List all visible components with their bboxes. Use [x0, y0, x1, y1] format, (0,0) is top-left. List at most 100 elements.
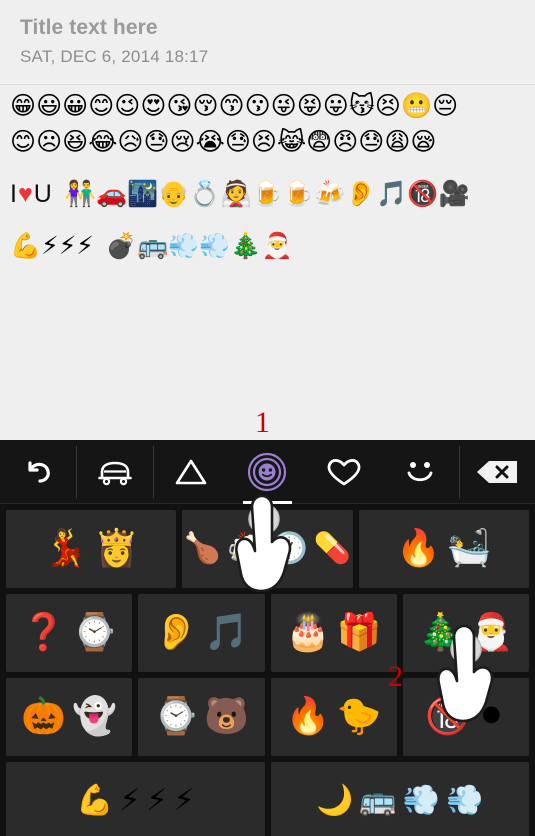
emoji-keyboard-panel[interactable]: 💃 👸 🍗 🍻 🕐 💊 🔥 🛀 ❓ ⌚ 👂 🎵 🎂 🎁 🎄 🎅 🎃 👻 ⌚ 🐻 🔥 🐤 🔞 ⚫ 💪 ⚡ ⚡ ⚡ 🌙 🚌 💨 💨: [0, 440, 535, 836]
note-emoji-4: 🎄: [230, 231, 262, 260]
note-emoji-5: 😍: [140, 91, 167, 120]
card-moon-bus-dash-glyph-2: 💨: [402, 783, 441, 818]
note-emoji-2: 🌃: [127, 179, 159, 208]
note-emoji-6: 😢: [169, 127, 196, 156]
heart-glyph: ♥: [17, 180, 34, 208]
note-emoji-7: 😚: [192, 91, 219, 120]
card-ear-music[interactable]: 👂 🎵: [138, 594, 265, 672]
toolbar-button-emoticons[interactable]: [229, 440, 305, 504]
emoji-card-row: 💃 👸 🍗 🍻 🕐 💊 🔥 🛀: [6, 510, 529, 588]
note-emoji-9: 👂: [345, 179, 377, 208]
note-emoji-8: 🍻: [313, 179, 346, 208]
card-ear-music-glyph-0: 👂: [153, 612, 199, 653]
heart-icon: [324, 455, 364, 489]
emoji-face-icon: [246, 451, 288, 493]
toolbar-button-backspace[interactable]: [458, 440, 535, 504]
card-chicken-beers-clock-pill-glyph-0: 🍗: [183, 531, 222, 566]
note-emoji-2: 😆: [62, 127, 89, 156]
note-emoji-2: 💨: [168, 231, 200, 260]
card-tree-santa[interactable]: 🎄 🎅: [402, 594, 529, 672]
card-muscle-bolts[interactable]: 💪 ⚡ ⚡ ⚡: [6, 762, 265, 836]
card-question-watch[interactable]: ❓ ⌚: [6, 594, 133, 672]
card-watch-bear[interactable]: ⌚ 🐻: [138, 678, 265, 756]
note-body[interactable]: 😁 😃 😀 😊 😉 😍 😘 😚 😙 😗 😜 😝 😛 😽 😣 😬 😔 😊 ☹ 😆 😂 😥 😓 😢 😭 😓 😣 😹 😨 😠 😓 😩 😪 I♥U 👫…: [0, 85, 535, 261]
note-emoji-9: 😗: [244, 91, 271, 120]
note-emoji-10: 😹: [276, 127, 307, 156]
card-pumpkin-ghost[interactable]: 🎃 👻: [6, 678, 133, 756]
note-emoji-14: 😩: [384, 127, 411, 156]
card-fire-bath[interactable]: 🔥 🛀: [358, 510, 529, 588]
card-dancer-princess-glyph-0: 💃: [43, 528, 89, 569]
card-ear-music-glyph-1: 🎵: [204, 612, 250, 653]
emoji-card-grid[interactable]: 💃 👸 🍗 🍻 🕐 💊 🔥 🛀 ❓ ⌚ 👂 🎵 🎂 🎁 🎄 🎅 🎃 👻 ⌚ 🐻 🔥 🐤 🔞 ⚫ 💪 ⚡ ⚡ ⚡ 🌙 🚌 💨 💨: [0, 504, 535, 836]
note-emoji-0: 💪: [10, 231, 42, 260]
note-emoji-3: ⚡: [76, 231, 94, 260]
note-emoji-10: 🎵: [376, 179, 408, 208]
emoji-card-row: ❓ ⌚ 👂 🎵 🎂 🎁 🎄 🎅: [6, 594, 529, 672]
note-emoji-6: 🍺: [251, 179, 283, 208]
note-area: Title text here SAT, DEC 6, 2014 18:17 😁…: [0, 0, 535, 440]
note-emoji-2: 😀: [62, 91, 89, 120]
card-chicken-beers-clock-pill[interactable]: 🍗 🍻 🕐 💊: [182, 510, 353, 588]
card-watch-bear-glyph-1: 🐻: [204, 696, 250, 737]
note-timestamp: SAT, DEC 6, 2014 18:17: [20, 47, 209, 66]
card-pumpkin-ghost-glyph-1: 👻: [72, 696, 117, 737]
card-fire-chick-glyph-0: 🔥: [285, 696, 331, 737]
note-emoji-8: 😙: [218, 91, 245, 120]
toolbar-button-favorites[interactable]: [306, 440, 382, 504]
card-eighteen-dot-glyph-1: ⚫: [476, 696, 507, 737]
note-header: Title text here SAT, DEC 6, 2014 18:17: [0, 0, 535, 80]
note-emoji-13: 😓: [358, 127, 385, 156]
smiley-icon: [400, 455, 440, 489]
card-muscle-bolts-glyph-3: ⚡: [173, 783, 195, 818]
note-emoji-3: 😂: [88, 127, 118, 156]
emoji-line-smiley-1: 😁 😃 😀 😊 😉 😍 😘 😚 😙 😗 😜 😝 😛 😽 😣 😬 😔: [10, 91, 525, 121]
keyboard-toolbar[interactable]: [0, 440, 535, 504]
card-chicken-beers-clock-pill-glyph-3: 💊: [313, 531, 352, 566]
card-moon-bus-dash[interactable]: 🌙 🚌 💨 💨: [270, 762, 529, 836]
note-emoji-3: 😊: [88, 91, 115, 120]
card-eighteen-dot-glyph-0: 🔞: [425, 696, 471, 737]
card-fire-bath-glyph-0: 🔥: [395, 528, 441, 569]
note-emoji-4: 💍: [189, 179, 221, 208]
card-cake-gift[interactable]: 🎂 🎁: [270, 594, 397, 672]
note-emoji-0: 💣: [105, 231, 137, 260]
note-emoji-7: 😭: [195, 127, 225, 156]
car-icon: [95, 457, 135, 487]
note-emoji-9: 😣: [250, 127, 277, 156]
letter-u: U: [33, 180, 53, 208]
backspace-icon: [474, 458, 520, 486]
card-chicken-beers-clock-pill-glyph-2: 🕐: [270, 531, 308, 566]
note-emoji-11: 😨: [306, 127, 333, 156]
card-question-watch-glyph-1: ⌚: [72, 612, 117, 653]
note-emoji-1: ⚡: [41, 231, 59, 260]
card-fire-chick[interactable]: 🔥 🐤: [270, 678, 397, 756]
toolbar-button-undo[interactable]: [0, 440, 76, 504]
note-emoji-12: 🎥: [438, 179, 470, 208]
card-muscle-bolts-glyph-2: ⚡: [146, 783, 168, 818]
note-emoji-13: 😽: [348, 91, 375, 120]
emoji-line-power: 💪⚡⚡⚡ 💣🚌💨💨🎄🎅: [10, 231, 525, 261]
note-emoji-5: 👰: [220, 179, 252, 208]
card-eighteen-dot[interactable]: 🔞 ⚫: [402, 678, 529, 756]
toolbar-button-vehicles[interactable]: [76, 440, 152, 504]
card-moon-bus-dash-glyph-1: 🚌: [359, 783, 397, 818]
emoji-card-row: 💪 ⚡ ⚡ ⚡ 🌙 🚌 💨 💨: [6, 762, 529, 836]
note-emoji-8: 😓: [224, 127, 251, 156]
emoji-line-smiley-2: 😊 ☹ 😆 😂 😥 😓 😢 😭 😓 😣 😹 😨 😠 😓 😩 😪: [10, 127, 525, 157]
note-emoji-12: 😠: [332, 127, 359, 156]
triangle-icon: [173, 456, 209, 488]
note-emoji-16: 😔: [432, 91, 459, 120]
note-emoji-4: 😥: [117, 127, 144, 156]
card-cake-gift-glyph-1: 🎁: [336, 612, 382, 653]
card-tree-santa-glyph-1: 🎅: [468, 612, 514, 653]
card-dancer-princess-glyph-1: 👸: [94, 528, 139, 569]
note-emoji-12: 😛: [322, 91, 349, 120]
note-emoji-0: 😊: [10, 127, 37, 156]
card-muscle-bolts-glyph-1: ⚡: [119, 783, 141, 818]
note-emoji-10: 😜: [270, 91, 297, 120]
toolbar-button-smileys[interactable]: [382, 440, 458, 504]
card-dancer-princess[interactable]: 💃 👸: [6, 510, 177, 588]
toolbar-button-shapes[interactable]: [152, 440, 229, 504]
note-emoji-11: 😝: [296, 91, 323, 120]
